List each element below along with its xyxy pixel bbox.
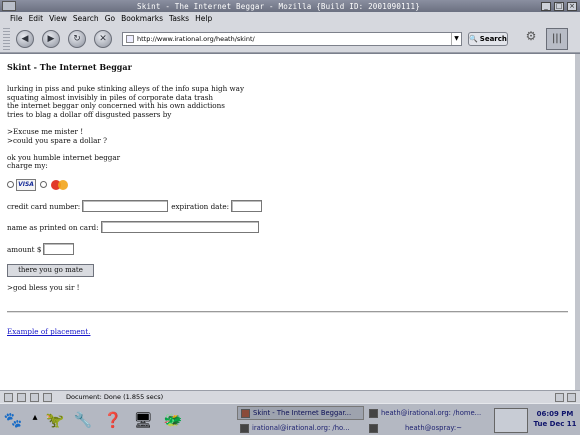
menu-go[interactable]: Go: [105, 14, 115, 23]
menu-file[interactable]: File: [10, 14, 23, 23]
window-title: Skint - The Internet Beggar - Mozilla {B…: [137, 1, 420, 11]
card-choice: VISA: [7, 177, 575, 193]
reload-button[interactable]: ↻: [68, 30, 86, 48]
visa-logo: VISA: [16, 178, 36, 191]
menu-edit[interactable]: Edit: [29, 14, 44, 23]
expiry-label: expiration date:: [171, 201, 230, 211]
gnome-foot-icon[interactable]: 🐾: [2, 407, 24, 433]
search-icon: 🔍: [469, 35, 478, 43]
mastercard-logo: [49, 179, 71, 191]
forward-arrow-icon: ▶: [47, 34, 55, 44]
name-label: name as printed on card:: [7, 222, 99, 232]
sidebar-toggle-button[interactable]: |||: [546, 28, 568, 50]
navigation-toolbar: ◀ ▶ ↻ ✕ http://www.irational.org/heath/s…: [0, 25, 580, 53]
online-status-icon[interactable]: [567, 392, 576, 402]
menu-bar: File Edit View Search Go Bookmarks Tasks…: [0, 12, 580, 25]
panel-arrow-icon[interactable]: ▴: [24, 404, 46, 430]
search-button-label: Search: [479, 35, 507, 43]
back-button[interactable]: ◀: [16, 30, 34, 48]
clock-time: 06:09 PM: [536, 410, 574, 418]
terminal-icon: [369, 408, 378, 418]
task-heath-terminal[interactable]: heath@irational.org: /home...: [366, 406, 492, 420]
clock[interactable]: 06:09 PM Tue Dec 11: [532, 409, 578, 432]
status-bar: Document: Done (1.855 secs): [0, 390, 580, 403]
menu-search[interactable]: Search: [73, 14, 99, 23]
throbber-icon[interactable]: ⚙: [520, 29, 542, 49]
navigator-icon[interactable]: [4, 392, 13, 402]
launcher-tools-icon[interactable]: 🔧: [72, 407, 94, 433]
forward-button[interactable]: ▶: [42, 30, 60, 48]
submit-button[interactable]: there you go mate: [7, 263, 94, 277]
toolbar-grip[interactable]: [3, 28, 10, 50]
terminal-icon: [369, 423, 378, 433]
cc-number-label: credit card number:: [7, 201, 81, 211]
stop-button[interactable]: ✕: [94, 30, 112, 48]
prompt-line: charge my:: [7, 161, 48, 171]
cc-number-input[interactable]: [82, 200, 169, 213]
amount-input[interactable]: [43, 243, 75, 256]
url-bar[interactable]: http://www.irational.org/heath/skint/ ▼: [122, 32, 462, 46]
scrollbar[interactable]: [575, 54, 580, 390]
mozilla-icon: [241, 408, 250, 418]
workspace-pager[interactable]: [494, 408, 528, 433]
close-button[interactable]: ×: [567, 1, 577, 11]
menu-help[interactable]: Help: [195, 14, 212, 23]
prompt-line: ok you humble internet beggar: [7, 152, 121, 162]
poem-line: tries to blag a dollar off disgusted pas…: [7, 109, 172, 119]
page-content: Skint - The Internet Beggar lurking in p…: [0, 54, 575, 390]
status-text: Document: Done (1.855 secs): [66, 393, 164, 401]
page-heading: Skint - The Internet Beggar: [7, 62, 132, 72]
search-button[interactable]: 🔍 Search: [468, 32, 508, 46]
window-titlebar[interactable]: Skint - The Internet Beggar - Mozilla {B…: [0, 0, 580, 12]
terminal-icon: [240, 423, 249, 433]
expiry-input[interactable]: [231, 200, 263, 213]
taskbar: 🐾 ▴ 🦖 🔧 ❓ 🖥 🐲 Skint - The Internet Begga…: [0, 403, 580, 435]
mastercard-radio[interactable]: [40, 181, 47, 189]
plea-line: >could you spare a dollar ?: [7, 135, 107, 145]
menu-bookmarks[interactable]: Bookmarks: [121, 14, 163, 23]
reload-icon: ↻: [73, 34, 81, 44]
amount-label: amount $: [7, 244, 42, 254]
task-ospray-terminal[interactable]: heath@ospray:~: [366, 421, 492, 435]
back-arrow-icon: ◀: [21, 34, 29, 44]
stop-icon: ✕: [99, 34, 107, 44]
task-skint-window[interactable]: Skint - The Internet Beggar...: [237, 406, 364, 420]
clock-date: Tue Dec 11: [533, 420, 577, 428]
example-link[interactable]: Example of placement.: [7, 327, 90, 336]
menu-view[interactable]: View: [49, 14, 67, 23]
help-icon[interactable]: ❓: [102, 407, 124, 433]
mail-icon[interactable]: [17, 392, 26, 402]
name-input[interactable]: [100, 221, 259, 234]
maximize-button[interactable]: □: [554, 1, 564, 11]
visa-radio[interactable]: [7, 181, 14, 189]
blessing-text: >god bless you sir !: [7, 282, 80, 292]
launcher-monitor-icon[interactable]: 🐲: [162, 407, 184, 433]
url-dropdown-icon[interactable]: ▼: [451, 33, 461, 45]
terminal-icon[interactable]: 🖥: [132, 407, 154, 433]
window-menu-icon[interactable]: [2, 1, 16, 11]
url-text[interactable]: http://www.irational.org/heath/skint/: [137, 35, 451, 43]
composer-icon[interactable]: [30, 392, 39, 402]
task-irational-terminal[interactable]: irational@irational.org: /ho...: [237, 421, 364, 435]
divider: [7, 311, 568, 313]
menu-tasks[interactable]: Tasks: [169, 14, 189, 23]
page-icon: [126, 35, 134, 43]
launcher-mozilla-icon[interactable]: 🦖: [44, 407, 66, 433]
security-lock-icon[interactable]: [555, 392, 564, 402]
minimize-button[interactable]: _: [541, 1, 551, 11]
address-book-icon[interactable]: [43, 392, 52, 402]
